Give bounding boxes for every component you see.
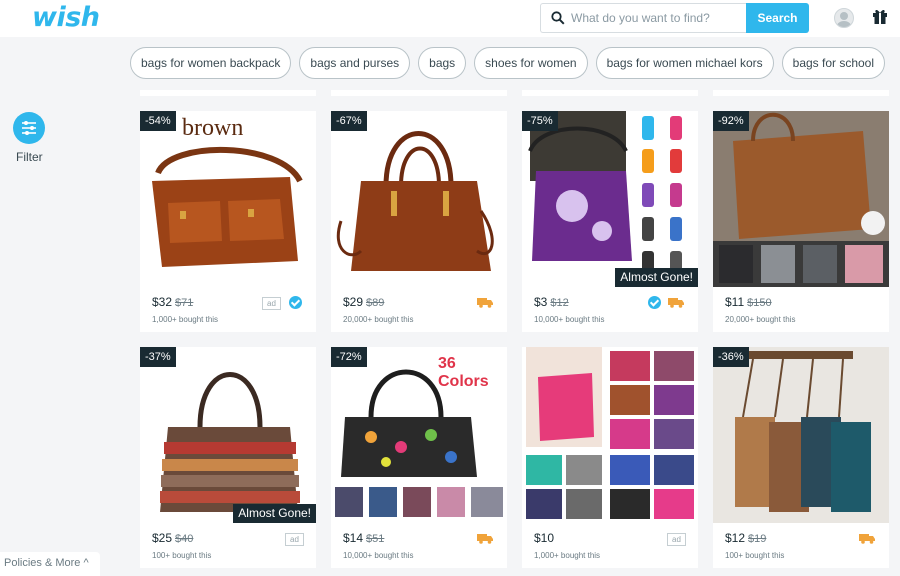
product-image[interactable]: -36% (713, 347, 889, 523)
price-row: $11 $150 (725, 295, 772, 309)
bought-count: 1,000+ bought this (534, 551, 601, 560)
verified-icon (648, 296, 661, 309)
shipping-truck-icon (477, 298, 493, 308)
chip-bags-and-purses[interactable]: bags and purses (299, 47, 411, 79)
search-input[interactable] (571, 4, 741, 32)
bought-count: 100+ bought this (152, 551, 212, 560)
ad-label: ad (262, 297, 281, 310)
price-row: $12 $19 (725, 531, 766, 545)
product-card[interactable]: -75% Almost Gone! $3 $12 10,000+ bought t… (522, 111, 698, 332)
price: $32 (152, 295, 173, 309)
price: $3 (534, 295, 548, 309)
chip-bags-for-women-michael-kors[interactable]: bags for women michael kors (595, 47, 774, 79)
price-row: $29 $89 (343, 295, 384, 309)
price-row: $10 (534, 531, 554, 545)
product-image[interactable] (522, 347, 698, 523)
previous-row-card (140, 90, 316, 96)
discount-badge: -36% (713, 347, 749, 367)
product-image[interactable]: brown -54% (140, 111, 316, 287)
product-card[interactable]: -92% $11 $150 20,000+ bought this (713, 111, 889, 332)
gift-icon[interactable] (872, 7, 888, 25)
almost-gone-badge: Almost Gone! (233, 504, 316, 523)
product-image[interactable]: -67% (331, 111, 507, 287)
original-price: $89 (366, 297, 385, 309)
filter-label: Filter (16, 150, 43, 164)
ad-label: ad (667, 533, 686, 546)
chip-bags[interactable]: bags (418, 47, 467, 79)
policies-and-more-link[interactable]: Policies & More ^ (0, 552, 100, 576)
discount-badge: -72% (331, 347, 367, 367)
original-price: $71 (175, 297, 194, 309)
price: $11 (725, 295, 745, 309)
bought-count: 10,000+ bought this (343, 551, 414, 560)
price: $12 (725, 531, 746, 545)
discount-badge: -54% (140, 111, 176, 131)
product-card[interactable]: brown -54% $32 $71 ad 1,000+ bought this (140, 111, 316, 332)
product-card[interactable]: 36 Colors -72% $14 $51 10,000+ bought thi… (331, 347, 507, 568)
chip-shoes-for-women[interactable]: shoes for women (474, 47, 588, 79)
discount-badge: -37% (140, 347, 176, 367)
filter-button[interactable] (13, 112, 45, 144)
product-image[interactable]: 36 Colors -72% (331, 347, 507, 523)
price: $29 (343, 295, 364, 309)
price-row: $14 $51 (343, 531, 384, 545)
original-price: $150 (747, 297, 772, 309)
original-price: $12 (550, 297, 569, 309)
price-row: $3 $12 (534, 295, 569, 309)
product-image[interactable]: -37% Almost Gone! (140, 347, 316, 523)
search-button[interactable]: Search (746, 3, 809, 33)
original-price: $19 (748, 533, 767, 545)
previous-row-card (713, 90, 889, 96)
price-row: $32 $71 (152, 295, 193, 309)
ad-label: ad (285, 533, 304, 546)
product-card[interactable]: -37% Almost Gone! $25 $40 ad 100+ bought … (140, 347, 316, 568)
original-price: $40 (175, 533, 194, 545)
original-price: $51 (366, 533, 385, 545)
product-image[interactable]: -92% (713, 111, 889, 287)
shipping-truck-icon (859, 534, 875, 544)
top-header: wish Search (0, 0, 900, 37)
price: $25 (152, 531, 173, 545)
discount-badge: -75% (522, 111, 558, 131)
photo-caption: brown (182, 115, 244, 141)
bought-count: 100+ bought this (725, 551, 785, 560)
bought-count: 20,000+ bought this (343, 315, 414, 324)
chip-bags-for-women-backpack[interactable]: bags for women backpack (130, 47, 292, 79)
photo-caption: 36 Colors (438, 355, 489, 390)
search-suggestion-chips: bags for women backpack bags and purses ba… (130, 47, 893, 79)
discount-badge: -92% (713, 111, 749, 131)
price: $10 (534, 531, 555, 545)
price: $14 (343, 531, 364, 545)
wish-logo[interactable]: wish (32, 2, 100, 33)
profile-avatar[interactable] (834, 8, 854, 28)
search-icon (551, 11, 565, 25)
product-card[interactable]: -36% $12 $19 100+ bought this (713, 347, 889, 568)
bought-count: 1,000+ bought this (152, 315, 219, 324)
product-card[interactable]: $10 ad 1,000+ bought this (522, 347, 698, 568)
product-image[interactable]: -75% Almost Gone! (522, 111, 698, 287)
discount-badge: -67% (331, 111, 367, 131)
bought-count: 10,000+ bought this (534, 315, 605, 324)
product-card[interactable]: -67% $29 $89 20,000+ bought this (331, 111, 507, 332)
price-row: $25 $40 (152, 531, 193, 545)
shipping-truck-icon (668, 298, 684, 308)
search-box[interactable] (540, 3, 747, 33)
shipping-truck-icon (477, 534, 493, 544)
bought-count: 20,000+ bought this (725, 315, 796, 324)
previous-row-card (522, 90, 698, 96)
chip-bags-for-school[interactable]: bags for school (781, 47, 886, 79)
verified-icon (289, 296, 302, 309)
almost-gone-badge: Almost Gone! (615, 268, 698, 287)
previous-row-card (331, 90, 507, 96)
sliders-icon (22, 121, 36, 135)
